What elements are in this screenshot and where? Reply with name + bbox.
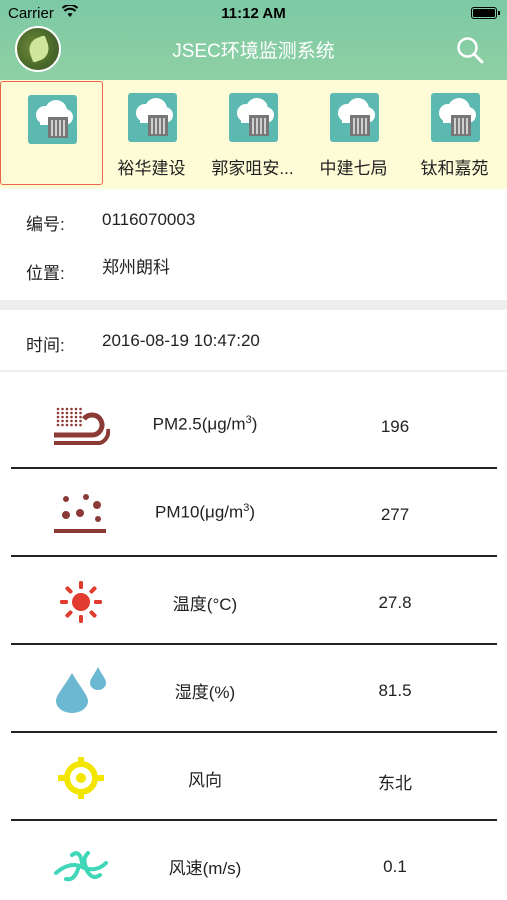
section-divider [0,370,507,372]
metric-value: 81.5 [378,681,412,700]
station-tab-label: 中建七局 [319,159,388,178]
station-location-label: 位置: [26,264,65,283]
section-divider [0,300,507,310]
metric-row: 风速(m/s) 0.1 [0,821,507,900]
station-location-row: 位置: 郑州朗科 [0,253,507,283]
dust-pm10-icon [52,491,110,537]
app-header: Carrier 11:12 AM JSEC环境监测系统 [0,0,507,80]
station-tab[interactable]: 钛和嘉苑 [404,80,505,186]
station-tab-label: 裕华建设 [117,159,186,178]
timestamp-row: 时间: 2016-08-19 10:47:20 [0,331,507,355]
station-tab[interactable]: 中建七局 [303,80,404,186]
timestamp-label: 时间: [26,336,65,355]
search-icon[interactable] [456,36,484,64]
page-title: JSEC环境监测系统 [172,41,335,62]
dust-pm25-icon [52,403,111,449]
water-drop-icon [52,667,110,713]
station-tab-label: 郭家咀安... [211,159,294,178]
metric-label: 风向 [120,766,290,791]
station-tab[interactable]: 裕华建设 [101,80,202,186]
metric-label: PM10(μg/m3) [120,502,290,523]
station-code-row: 编号: 0116070003 [0,210,507,234]
station-code-value: 0116070003 [102,210,196,229]
metric-value: 0.1 [383,857,407,876]
metric-value: 196 [380,417,410,436]
metric-value: 277 [380,505,410,524]
status-bar: Carrier 11:12 AM [0,0,507,26]
metric-label: 湿度(%) [120,678,290,703]
sun-icon [52,579,110,625]
station-tab[interactable]: 郭家咀安... [202,80,303,186]
monitor-station-icon [128,93,177,142]
metric-label: PM2.5(μg/m3) [120,414,290,435]
metric-label-text: 风向 [188,771,222,790]
monitor-station-icon [330,93,379,142]
metric-row: 温度(°C) 27.8 [0,557,507,645]
metric-row: PM2.5(μg/m3) 196 [0,381,507,469]
metric-label-text: 风速(m/s) [168,859,242,878]
metric-label-text: PM2.5(μg/m [152,414,246,434]
monitor-station-icon [431,93,480,142]
battery-icon [471,7,500,19]
metric-label-text: 温度(°C) [172,595,238,614]
metric-row: 湿度(%) 81.5 [0,645,507,733]
metric-row: 风向 东北 [0,733,507,821]
station-code-label: 编号: [26,215,65,234]
metric-row: PM10(μg/m3) 277 [0,469,507,557]
metric-value: 27.8 [378,593,412,612]
metric-label-tail: ) [249,502,255,522]
metric-label-tail: ) [251,414,258,434]
monitor-station-icon [28,95,77,144]
status-time: 11:12 AM [221,5,286,22]
station-tab[interactable] [0,81,103,185]
station-tab-label: 钛和嘉苑 [420,159,489,178]
timestamp-value: 2016-08-19 10:47:20 [102,331,260,350]
metric-label: 温度(°C) [120,590,290,615]
wind-speed-icon [52,843,110,889]
metric-label-text: 湿度(%) [174,683,236,702]
monitor-station-icon [229,93,278,142]
metric-label: 风速(m/s) [120,854,290,879]
station-selector: 裕华建设 郭家咀安... 中建七局 钛和嘉苑 [0,80,507,189]
wind-direction-icon [52,755,110,801]
station-location-value: 郑州朗科 [102,258,170,277]
metric-value: 东北 [378,774,412,793]
metric-label-text: PM10(μg/m [154,502,244,522]
